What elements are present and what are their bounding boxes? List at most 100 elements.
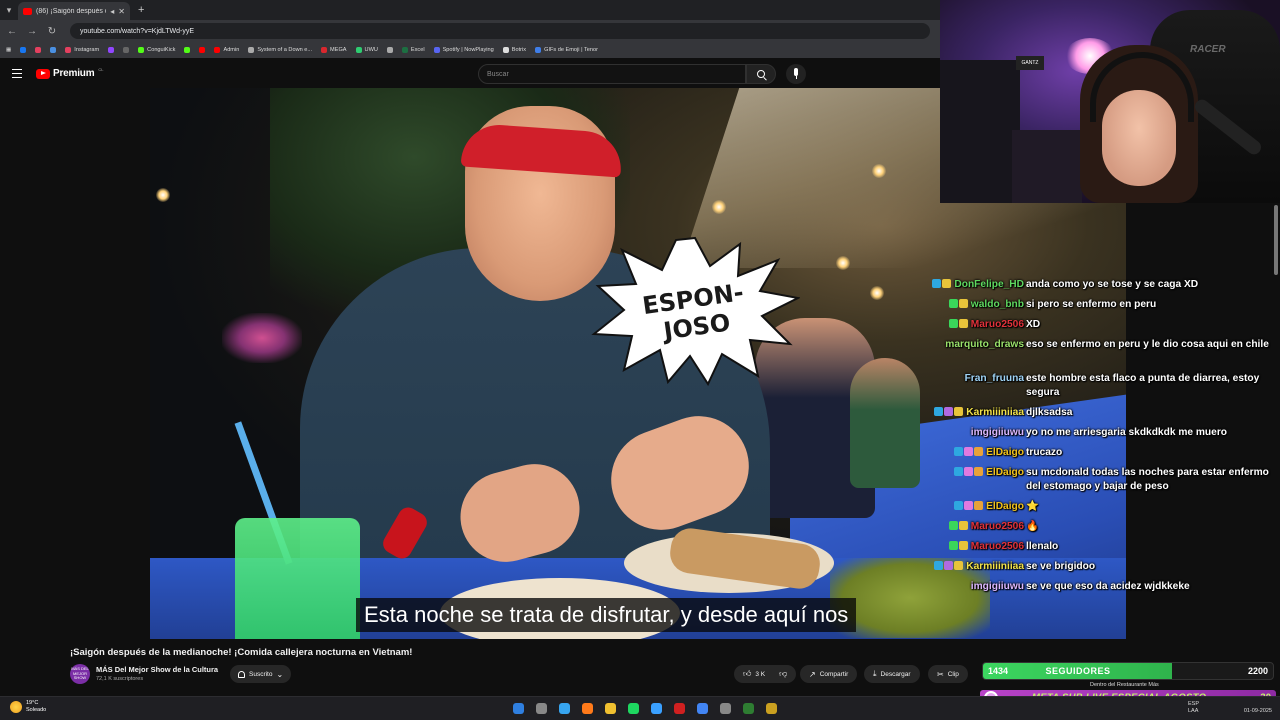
tray-language: ESP — [1188, 701, 1200, 707]
bookmark-item[interactable]: MEGA — [321, 47, 347, 53]
taskbar-app-icon[interactable] — [717, 700, 734, 717]
youtube-favicon-icon — [23, 7, 32, 15]
chat-username[interactable]: ElDaigo — [954, 500, 1024, 514]
taskbar-app-icon[interactable] — [510, 700, 527, 717]
webcam-overlay: GANTZ RACER — [940, 0, 1280, 203]
taskbar-app-icon[interactable] — [556, 700, 573, 717]
chat-username-text: marquito_draws — [945, 339, 1024, 350]
channel-name[interactable]: MÁS Del Mejor Show de la Cultura — [96, 665, 218, 674]
taskbar-app-icon[interactable] — [740, 700, 757, 717]
new-tab-button[interactable]: + — [138, 4, 144, 16]
bookmark-item[interactable] — [20, 47, 27, 53]
chat-username[interactable]: imgigiiuwu — [969, 580, 1024, 594]
bookmark-label: GIFs de Emoji | Tenor — [544, 47, 598, 53]
sun-icon — [10, 701, 22, 713]
chat-badge-icon — [954, 447, 964, 456]
page-scrollbar[interactable] — [1274, 205, 1278, 275]
chat-username[interactable]: Maruo2506 — [948, 318, 1024, 332]
apps-icon[interactable]: ▦ — [6, 47, 11, 53]
bookmark-item[interactable]: GIFs de Emoji | Tenor — [535, 47, 598, 53]
followers-label: SEGUIDORES — [1045, 666, 1111, 676]
youtube-premium-logo[interactable]: Premium CL — [36, 67, 104, 79]
bookmark-favicon-icon — [401, 47, 408, 53]
bookmark-item[interactable]: ConguiKick — [138, 47, 175, 53]
chat-badge-icon — [954, 561, 964, 570]
bookmark-favicon-icon — [108, 47, 115, 53]
bookmark-item[interactable] — [50, 47, 57, 53]
bookmark-item[interactable]: Instagram — [65, 47, 99, 53]
chat-badge-icon — [974, 447, 984, 456]
chat-username[interactable]: imgigiiuwu — [969, 426, 1024, 440]
search-button[interactable] — [746, 64, 776, 84]
address-bar-row: ← → ↻ youtube.com/watch?v=KjdLTWd-yyE — [0, 20, 940, 42]
bookmark-item[interactable] — [199, 47, 206, 53]
url-field[interactable]: youtube.com/watch?v=KjdLTWd-yyE — [70, 23, 930, 39]
subscribed-label: Suscrito — [249, 670, 273, 678]
taskbar-app-icon[interactable] — [694, 700, 711, 717]
chat-username[interactable]: DonFelipe_HD — [932, 278, 1024, 292]
taskbar-app-icon[interactable] — [671, 700, 688, 717]
bookmark-item[interactable] — [35, 47, 42, 53]
tab-search-icon[interactable]: ▾ — [0, 0, 18, 20]
taskbar-app-icon[interactable] — [625, 700, 642, 717]
system-clock[interactable]: 01-09-2025 — [1244, 701, 1272, 715]
share-button[interactable]: ↗ Compartir — [800, 665, 858, 683]
keyboard-layout[interactable]: ESP LAA — [1188, 701, 1199, 715]
menu-icon[interactable] — [12, 69, 22, 78]
chat-badge-icon — [964, 467, 974, 476]
like-button[interactable]: 👍︎ 3 K 👎︎ — [734, 665, 797, 683]
close-tab-icon[interactable]: ✕ — [118, 7, 125, 16]
taskbar-apps — [510, 700, 780, 717]
bookmark-item[interactable]: Excel — [401, 47, 425, 53]
reload-button[interactable]: ↻ — [46, 26, 58, 37]
voice-search-icon[interactable] — [786, 64, 806, 84]
chat-badge-icon — [942, 279, 952, 288]
thumbs-down-icon[interactable]: 👎︎ — [779, 669, 787, 679]
back-button[interactable]: ← — [6, 26, 18, 37]
bookmark-item[interactable]: System of a Down e... — [248, 47, 312, 53]
chat-badge-icon — [932, 279, 942, 288]
bookmark-item[interactable]: Spotify | NowPlaying — [433, 47, 494, 53]
browser-tab[interactable]: (86) ¡Saigón después de la m ◂ ✕ — [18, 2, 130, 20]
chat-username[interactable]: Karmiiiniiaa — [934, 560, 1024, 574]
chat-message-text: ⭐ — [1026, 501, 1039, 512]
clip-button[interactable]: ✂ Clip — [928, 665, 968, 683]
taskbar-app-icon[interactable] — [602, 700, 619, 717]
chat-badges — [948, 318, 969, 332]
taskbar-app-icon[interactable] — [648, 700, 665, 717]
bookmark-item[interactable]: Admin — [214, 47, 239, 53]
chat-badge-icon — [954, 467, 964, 476]
like-count: 3 K — [755, 670, 766, 678]
chat-username[interactable]: Fran_fruuna — [963, 372, 1024, 386]
subscribed-button[interactable]: Suscrito ⌄ — [230, 665, 292, 683]
app-glyph-icon — [536, 703, 547, 714]
chat-username[interactable]: ElDaigo — [954, 466, 1024, 480]
bookmark-item[interactable] — [108, 47, 115, 53]
chat-username[interactable]: Maruo2506 — [948, 520, 1024, 534]
chat-username[interactable]: waldo_bnb — [948, 298, 1024, 312]
chat-badge-icon — [958, 319, 968, 328]
webcam-shelf — [940, 60, 1020, 203]
chat-username[interactable]: marquito_draws — [943, 338, 1024, 352]
bookmark-item[interactable] — [386, 47, 393, 53]
speaker-icon[interactable]: ◂ — [110, 7, 114, 16]
chat-username[interactable]: Karmiiiniiaa — [934, 406, 1024, 420]
bookmark-item[interactable] — [123, 47, 130, 53]
bookmark-item[interactable] — [184, 47, 191, 53]
forward-button[interactable]: → — [26, 26, 38, 37]
chat-username[interactable]: Maruo2506 — [948, 540, 1024, 554]
search-input[interactable]: Buscar — [478, 64, 746, 84]
download-icon: ⤓ — [873, 669, 877, 678]
weather-widget[interactable]: 19°C Soleado — [10, 700, 46, 714]
download-button[interactable]: ⤓ Descargar — [864, 665, 920, 683]
taskbar-app-icon[interactable] — [533, 700, 550, 717]
taskbar-app-icon[interactable] — [579, 700, 596, 717]
bookmark-item[interactable]: UWU — [355, 47, 378, 53]
bookmark-label: Botrix — [511, 47, 527, 53]
channel-avatar[interactable]: MÁS DEL MEJOR SHOW — [70, 664, 90, 684]
chat-message-text: eso se enfermo en peru y le dio cosa aqu… — [1026, 339, 1269, 350]
chat-username[interactable]: ElDaigo — [954, 446, 1024, 460]
taskbar-app-icon[interactable] — [763, 700, 780, 717]
chat-message-text: XD — [1026, 319, 1041, 330]
bookmark-item[interactable]: Botrix — [502, 47, 527, 53]
